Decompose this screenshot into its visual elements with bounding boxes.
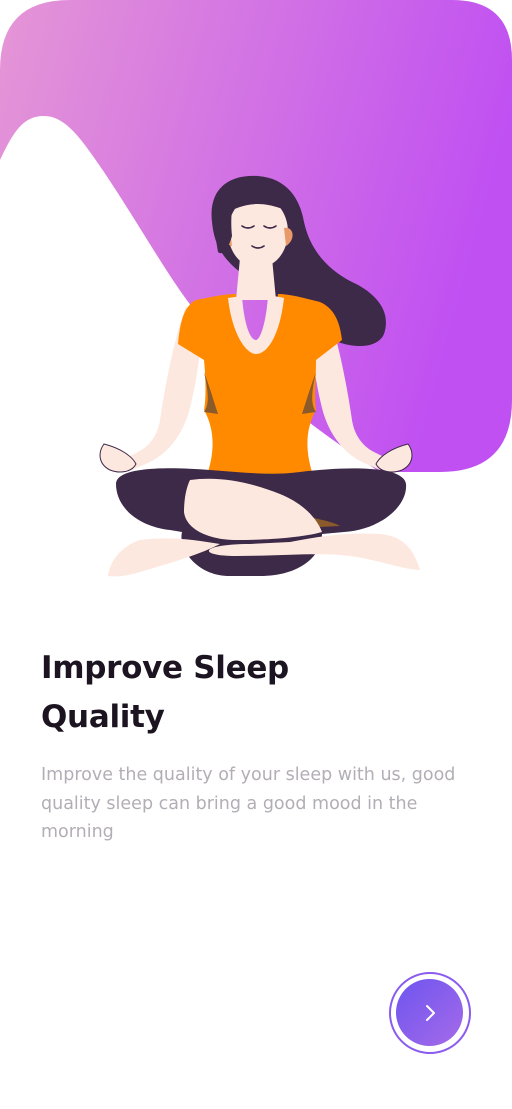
title-line-2: Quality <box>41 699 165 735</box>
onboarding-screen: Improve Sleep Quality Improve the qualit… <box>0 0 512 1109</box>
title-line-1: Improve Sleep <box>41 650 289 686</box>
page-description: Improve the quality of your sleep with u… <box>41 765 456 842</box>
next-button-fill <box>396 979 463 1046</box>
chevron-right-icon <box>425 1004 435 1021</box>
hero-illustration <box>0 0 512 600</box>
next-button[interactable] <box>389 972 471 1054</box>
page-title: Improve Sleep Quality <box>41 644 461 742</box>
